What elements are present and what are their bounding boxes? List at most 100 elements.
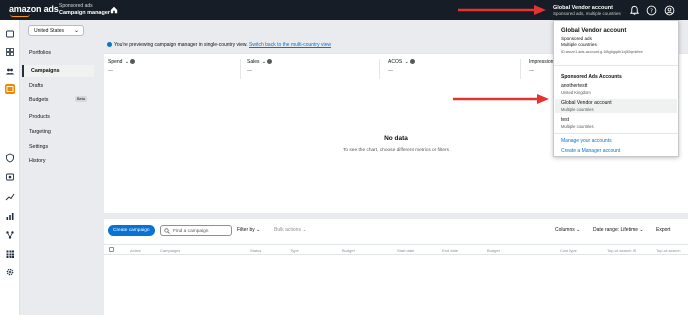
audiences-icon[interactable] bbox=[5, 66, 15, 76]
logo-smile-icon bbox=[10, 14, 30, 17]
nav-item-budgets[interactable]: Budgets Beta bbox=[22, 94, 94, 106]
column-header[interactable]: Top-of-search IS bbox=[607, 248, 636, 253]
top-bar: amazon ads Sponsored ads Campaign manage… bbox=[0, 0, 688, 20]
metric-label: Spend bbox=[108, 59, 123, 65]
campaigns-table-panel: Create campaign Find a campaign Filter b… bbox=[104, 219, 688, 315]
column-header[interactable]: Active bbox=[130, 248, 141, 253]
nav-item-products[interactable]: Products bbox=[22, 111, 94, 123]
connections-icon[interactable] bbox=[5, 230, 15, 240]
nav-item-history[interactable]: History bbox=[22, 155, 94, 167]
column-header[interactable]: End date bbox=[442, 248, 458, 253]
column-header[interactable]: Start date bbox=[397, 248, 414, 253]
account-switcher[interactable]: Global Vendor account Sponsored ads, mul… bbox=[553, 5, 621, 17]
column-header[interactable]: Cost type bbox=[560, 248, 577, 253]
user-profile-icon[interactable] bbox=[664, 5, 675, 16]
chevron-down-icon: ⌄ bbox=[404, 59, 409, 65]
dashboard-icon[interactable] bbox=[5, 47, 15, 57]
annotation-arrow-icon bbox=[458, 5, 546, 15]
filter-by-label: Filter by bbox=[237, 227, 255, 233]
sponsored-ads-accounts-heading: Sponsored Ads Accounts bbox=[561, 74, 622, 80]
create-campaign-button[interactable]: Create campaign bbox=[108, 225, 155, 236]
account-dropdown: Global Vendor account Sponsored ads Mult… bbox=[553, 20, 679, 157]
account-meta: Sponsored ads, multiple countries bbox=[553, 11, 621, 16]
beta-badge: Beta bbox=[75, 96, 87, 102]
nav-item-label: History bbox=[29, 158, 46, 164]
columns-button[interactable]: Columns ⌄ bbox=[555, 227, 580, 233]
table-header: Active Campaigns Status Type Budget Star… bbox=[104, 244, 688, 255]
nav-item-targeting[interactable]: Targeting bbox=[22, 126, 94, 138]
metric-value: — bbox=[388, 68, 393, 74]
nav-item-label: Budgets bbox=[29, 97, 49, 103]
bulk-actions-label: Bulk actions bbox=[274, 227, 301, 233]
column-header[interactable]: Status bbox=[250, 248, 261, 253]
country-selector-value: United States bbox=[34, 28, 65, 34]
amazon-ads-logo[interactable]: amazon ads bbox=[9, 4, 59, 14]
bell-icon[interactable] bbox=[629, 5, 640, 16]
manage-accounts-link[interactable]: Manage your accounts bbox=[561, 138, 612, 144]
nav-item-label: Portfolios bbox=[29, 50, 52, 56]
columns-label: Columns bbox=[555, 227, 575, 233]
account-option-detail: Multiple countries bbox=[561, 124, 594, 129]
divider bbox=[554, 65, 678, 66]
metric-value: — bbox=[247, 68, 252, 74]
info-icon bbox=[130, 59, 136, 64]
nav-item-label: Products bbox=[29, 114, 50, 120]
icon-rail bbox=[0, 20, 20, 315]
nav-item-label: Campaigns bbox=[31, 68, 60, 74]
column-header[interactable]: Budget bbox=[342, 248, 355, 253]
column-header[interactable]: Budget bbox=[487, 248, 500, 253]
campaign-search-input[interactable]: Find a campaign bbox=[160, 225, 232, 236]
trend-icon[interactable] bbox=[5, 192, 15, 202]
search-icon bbox=[164, 228, 170, 234]
preview-banner: You're previewing campaign manager in si… bbox=[107, 42, 331, 48]
svg-text:?: ? bbox=[650, 9, 653, 15]
column-header[interactable]: Top-of-search bbox=[656, 248, 680, 253]
campaign-manager-icon[interactable] bbox=[5, 29, 15, 39]
account-option-detail: Multiple countries bbox=[561, 107, 594, 112]
nav-item-label: Targeting bbox=[29, 129, 51, 135]
popup-account-sub2: Multiple countries bbox=[561, 42, 597, 47]
chevron-down-icon: ⌄ bbox=[261, 59, 267, 65]
nav-item-portfolios[interactable]: Portfolios bbox=[22, 47, 94, 59]
gear-icon[interactable] bbox=[5, 267, 15, 277]
apps-grid-icon[interactable] bbox=[5, 249, 15, 259]
export-button[interactable]: Export bbox=[656, 227, 670, 233]
creative-icon[interactable] bbox=[5, 172, 15, 182]
nav-item-settings[interactable]: Settings bbox=[22, 141, 94, 153]
filter-by-button[interactable]: Filter by ⌄ bbox=[237, 227, 260, 233]
account-option[interactable]: anothertestt United Kingdom bbox=[555, 82, 677, 96]
column-header[interactable]: Campaigns bbox=[160, 248, 180, 253]
info-icon bbox=[107, 42, 112, 47]
nav-item-label: Settings bbox=[29, 144, 49, 150]
multi-country-view-link[interactable]: Switch back to the multi-country view bbox=[249, 42, 331, 48]
home-icon[interactable] bbox=[110, 6, 118, 14]
metric-label: Impressions bbox=[529, 59, 556, 65]
metric-spend[interactable]: Spend ⌄ — bbox=[104, 59, 241, 79]
nav-item-drafts[interactable]: Drafts bbox=[22, 80, 94, 92]
chevron-down-icon: ⌄ bbox=[124, 59, 130, 65]
ads-active-icon[interactable] bbox=[5, 84, 15, 94]
bulk-actions-button[interactable]: Bulk actions ⌄ bbox=[274, 227, 307, 233]
column-header[interactable]: Type bbox=[290, 248, 299, 253]
metric-label: ACOS bbox=[388, 59, 403, 65]
shield-icon[interactable] bbox=[5, 153, 15, 163]
account-option-name: anothertestt bbox=[561, 83, 588, 89]
nav-item-label: Drafts bbox=[29, 83, 44, 89]
country-selector[interactable]: United States ⌄ bbox=[28, 25, 84, 36]
select-all-checkbox[interactable] bbox=[109, 247, 114, 252]
product-title: Sponsored ads Campaign manager bbox=[59, 3, 110, 16]
account-option[interactable]: test Multiple countries bbox=[555, 116, 677, 130]
account-option-selected[interactable]: Global Vendor account Multiple countries bbox=[555, 99, 677, 113]
nav-item-campaigns[interactable]: Campaigns bbox=[22, 65, 94, 77]
metric-sales[interactable]: Sales ⌄ — bbox=[243, 59, 380, 79]
help-icon[interactable]: ? bbox=[646, 5, 657, 16]
create-manager-account-link[interactable]: Create a Manager account bbox=[561, 148, 620, 154]
bar-chart-icon[interactable] bbox=[5, 211, 15, 221]
metric-acos[interactable]: ACOS ⌄ — bbox=[384, 59, 521, 79]
account-option-name: Global Vendor account bbox=[561, 100, 612, 106]
divider bbox=[554, 133, 678, 134]
metric-value: — bbox=[108, 68, 113, 74]
annotation-arrow-icon bbox=[453, 94, 549, 104]
date-range-button[interactable]: Date range: Lifetime ⌄ bbox=[593, 227, 644, 233]
search-placeholder: Find a campaign bbox=[173, 228, 209, 234]
